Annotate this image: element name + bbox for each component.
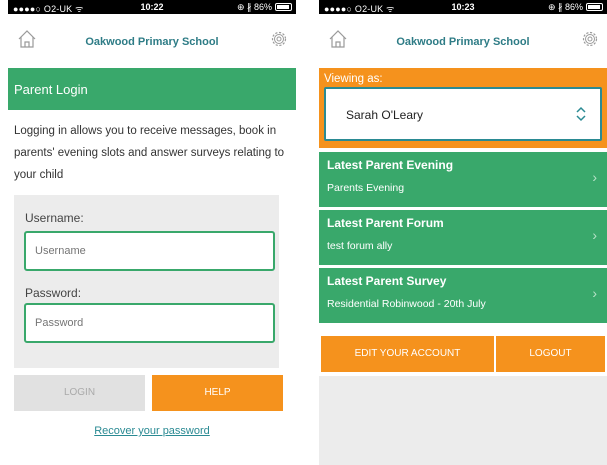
recover-password-link[interactable]: Recover your password (8, 425, 296, 437)
card-parent-evening[interactable]: Latest Parent Evening Parents Evening › (319, 152, 607, 207)
child-select[interactable]: Sarah O'Leary (324, 87, 602, 141)
status-bar: ●●●●○ O2-UK ᯤ 10:22 ⊕ ∦ 86% (8, 0, 296, 14)
login-intro-text: Logging in allows you to receive message… (14, 125, 285, 181)
card-title: Latest Parent Evening (327, 158, 454, 172)
card-parent-forum[interactable]: Latest Parent Forum test forum ally › (319, 210, 607, 265)
username-label: Username: (25, 211, 84, 225)
card-title: Latest Parent Survey (327, 274, 447, 288)
status-battery-text: ⊕ ∦ 86% (236, 2, 272, 12)
help-button[interactable]: HELP (152, 375, 283, 411)
viewing-as-label: Viewing as: (324, 73, 383, 85)
battery-icon (275, 3, 292, 11)
viewing-as-panel: Viewing as: Sarah O'Leary (319, 68, 607, 148)
password-label: Password: (25, 286, 82, 300)
selected-child-value: Sarah O'Leary (346, 108, 423, 122)
chevron-right-icon: › (592, 169, 597, 185)
dashboard-screen: ●●●●○ O2-UK ᯤ 10:23 ⊕ ∦ 86% Oakwood Prim… (319, 0, 607, 465)
up-down-chevron-icon (576, 106, 586, 122)
logout-button[interactable]: LOGOUT (496, 336, 605, 372)
app-title: Oakwood Primary School (396, 36, 530, 48)
card-title: Latest Parent Forum (327, 216, 444, 230)
battery-icon (586, 3, 603, 11)
card-subtitle: Residential Robinwood - 20th July (327, 298, 486, 310)
login-screen: ●●●●○ O2-UK ᯤ 10:22 ⊕ ∦ 86% Oakwood Prim… (8, 0, 296, 465)
nav-bar: Oakwood Primary School (319, 14, 607, 68)
chevron-right-icon: › (592, 227, 597, 243)
status-bar: ●●●●○ O2-UK ᯤ 10:23 ⊕ ∦ 86% (319, 0, 607, 14)
nav-bar: Oakwood Primary School (8, 14, 296, 68)
gear-icon[interactable] (268, 28, 290, 50)
edit-account-button[interactable]: EDIT YOUR ACCOUNT (321, 336, 494, 372)
status-battery-text: ⊕ ∦ 86% (547, 2, 583, 12)
card-parent-survey[interactable]: Latest Parent Survey Residential Robinwo… (319, 268, 607, 323)
card-subtitle: Parents Evening (327, 182, 405, 194)
login-form: Username: Password: (14, 195, 279, 368)
app-title: Oakwood Primary School (85, 36, 219, 48)
gear-icon[interactable] (579, 28, 601, 50)
login-button[interactable]: LOGIN (14, 375, 145, 411)
login-header: Parent Login (8, 68, 296, 110)
password-input[interactable] (24, 303, 275, 343)
chevron-right-icon: › (592, 285, 597, 301)
card-subtitle: test forum ally (327, 240, 393, 252)
username-input[interactable] (24, 231, 275, 271)
empty-content-area (319, 376, 607, 465)
